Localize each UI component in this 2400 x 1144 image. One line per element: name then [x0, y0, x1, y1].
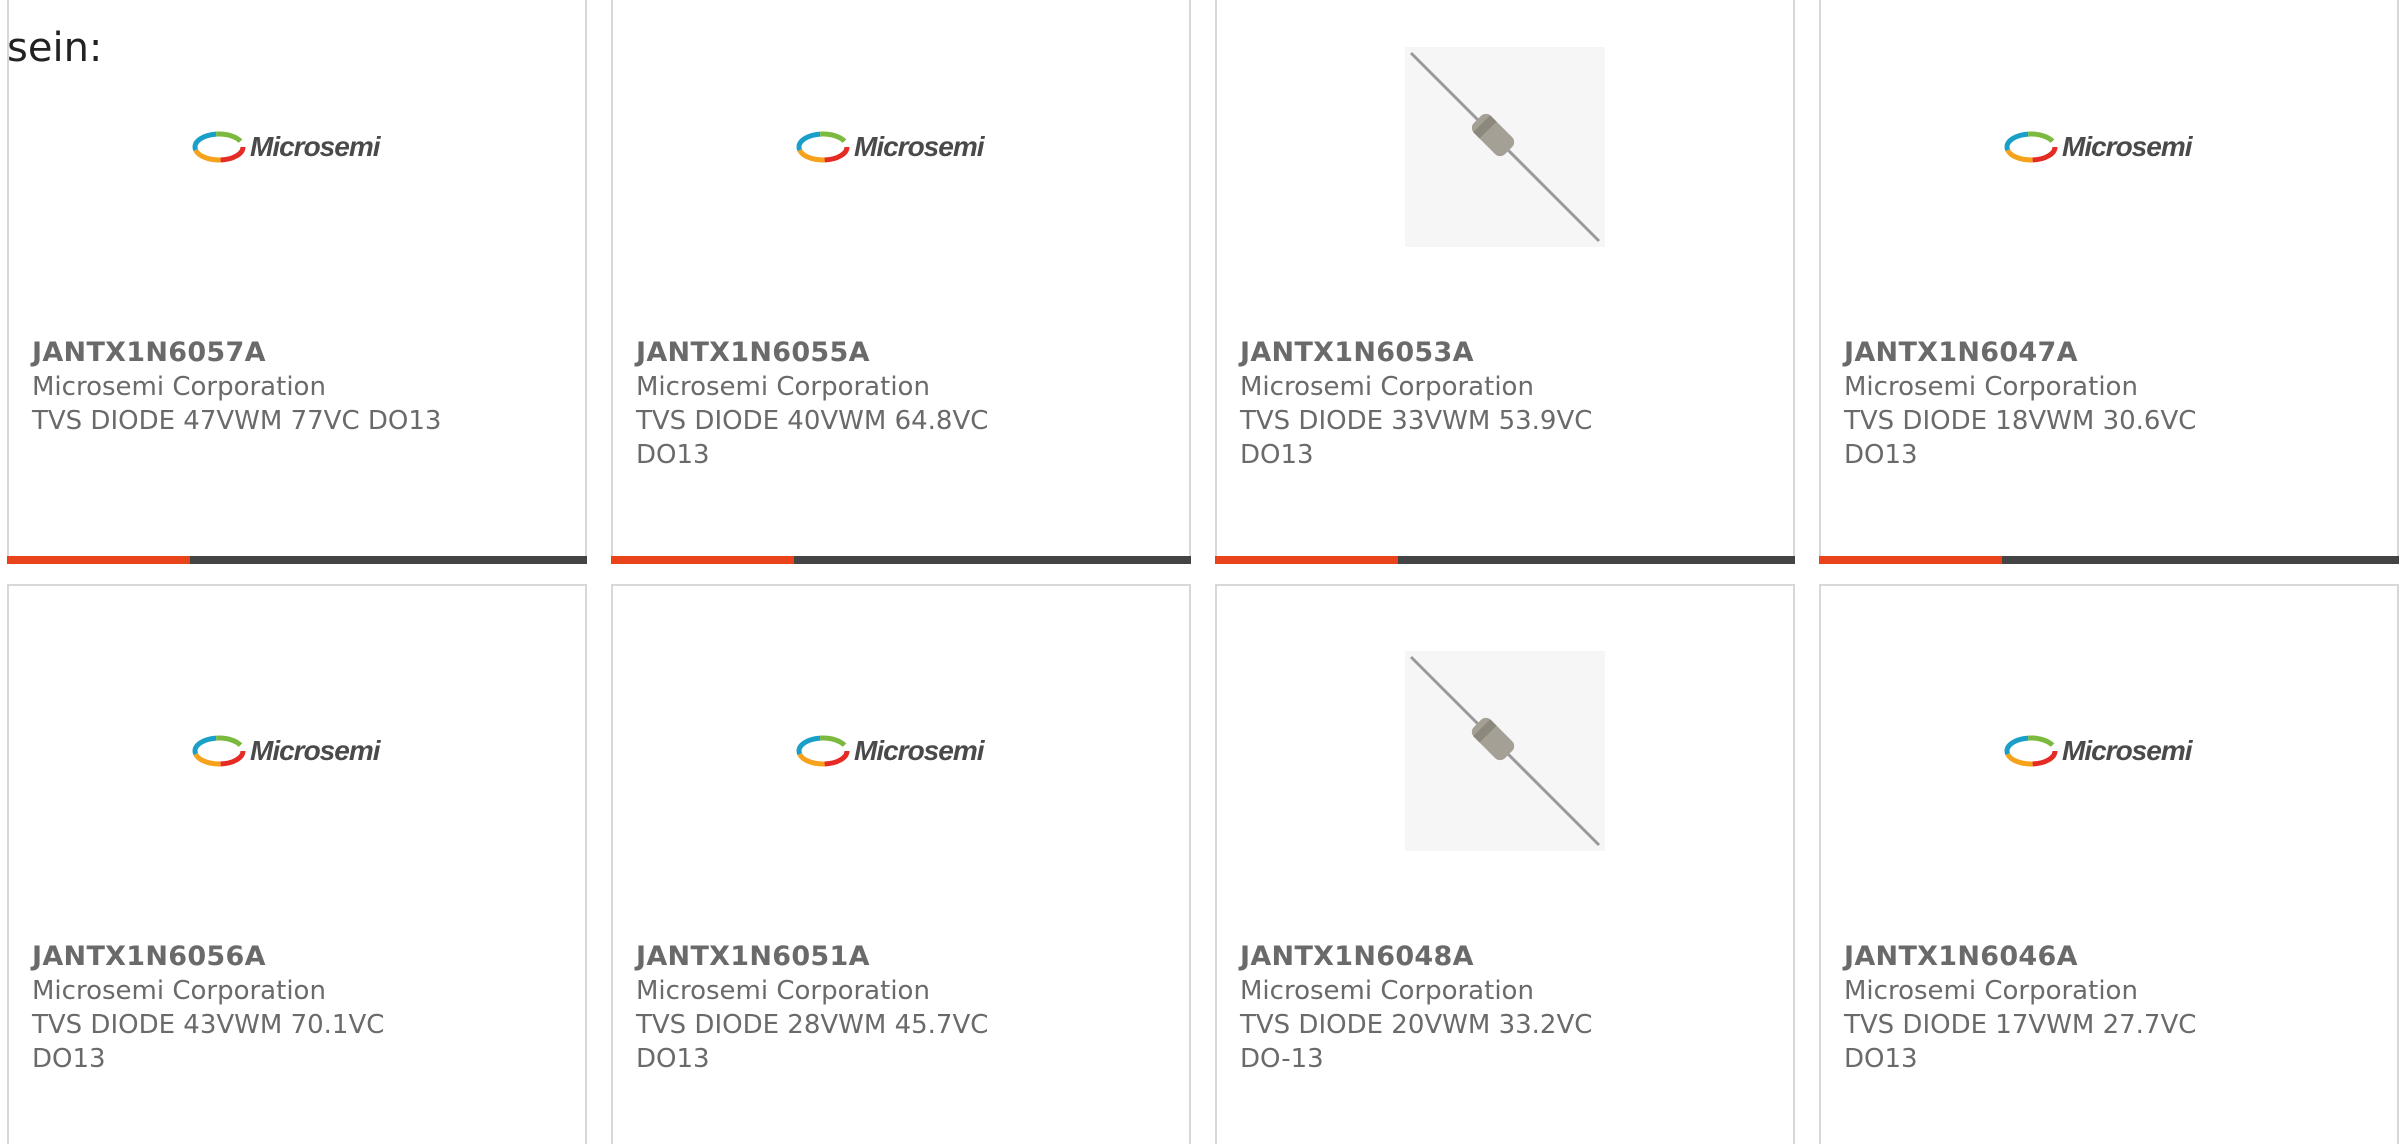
microsemi-logo: Microsemi	[2004, 735, 2195, 767]
description: TVS DIODE 28VWM 45.7VC DO13	[636, 1010, 989, 1074]
product-card[interactable]: Microsemi JANTX1N6057A Microsemi Corpora…	[7, 0, 587, 564]
manufacturer: Microsemi Corporation	[1240, 372, 1534, 402]
microsemi-logo: Microsemi	[2004, 131, 2195, 163]
part-number[interactable]: JANTX1N6053A	[1240, 336, 1660, 370]
microsemi-logo: Microsemi	[192, 131, 383, 163]
logo-text: Microsemi	[2062, 735, 2194, 766]
manufacturer: Microsemi Corporation	[32, 372, 326, 402]
accent-bar	[7, 556, 587, 564]
logo-text: Microsemi	[854, 131, 986, 162]
product-image: Microsemi	[1821, 2, 2397, 292]
description: TVS DIODE 40VWM 64.8VC DO13	[636, 406, 989, 470]
accent-bar	[1819, 556, 2399, 564]
manufacturer: Microsemi Corporation	[636, 372, 930, 402]
product-image: Microsemi	[613, 2, 1189, 292]
description: TVS DIODE 43VWM 70.1VC DO13	[32, 1010, 385, 1074]
description: TVS DIODE 17VWM 27.7VC DO13	[1844, 1010, 2197, 1074]
logo-text: Microsemi	[250, 131, 382, 162]
intro-text: sein:	[7, 25, 103, 71]
manufacturer: Microsemi Corporation	[636, 976, 930, 1006]
diode-photo	[1405, 651, 1605, 851]
diode-photo	[1405, 47, 1605, 247]
manufacturer: Microsemi Corporation	[32, 976, 326, 1006]
product-card[interactable]: Microsemi JANTX1N6046A Microsemi Corpora…	[1819, 584, 2399, 1144]
product-image	[1217, 2, 1793, 292]
manufacturer: Microsemi Corporation	[1844, 372, 2138, 402]
manufacturer: Microsemi Corporation	[1844, 976, 2138, 1006]
manufacturer: Microsemi Corporation	[1240, 976, 1534, 1006]
part-number[interactable]: JANTX1N6048A	[1240, 940, 1640, 974]
product-card[interactable]: Microsemi JANTX1N6055A Microsemi Corpora…	[611, 0, 1191, 564]
part-number[interactable]: JANTX1N6055A	[636, 336, 1056, 370]
product-card[interactable]: Microsemi JANTX1N6056A Microsemi Corpora…	[7, 584, 587, 1144]
description: TVS DIODE 47VWM 77VC DO13	[32, 406, 442, 436]
product-image	[1217, 606, 1793, 896]
microsemi-logo: Microsemi	[192, 735, 383, 767]
part-number[interactable]: JANTX1N6046A	[1844, 940, 2264, 974]
logo-text: Microsemi	[250, 735, 382, 766]
product-image: Microsemi	[613, 606, 1189, 896]
product-card[interactable]: JANTX1N6048A Microsemi Corporation TVS D…	[1215, 584, 1795, 1144]
description: TVS DIODE 33VWM 53.9VC DO13	[1240, 406, 1593, 470]
product-grid: Microsemi JANTX1N6057A Microsemi Corpora…	[7, 0, 2400, 1144]
part-number[interactable]: JANTX1N6047A	[1844, 336, 2264, 370]
page: sein: Microsemi JANTX1N6057A Microsemi C…	[0, 0, 2400, 1144]
description: TVS DIODE 20VWM 33.2VC DO-13	[1240, 1010, 1593, 1074]
logo-text: Microsemi	[854, 735, 986, 766]
product-card[interactable]: JANTX1N6053A Microsemi Corporation TVS D…	[1215, 0, 1795, 564]
part-number[interactable]: JANTX1N6057A	[32, 336, 452, 370]
description: TVS DIODE 18VWM 30.6VC DO13	[1844, 406, 2197, 470]
product-card[interactable]: Microsemi JANTX1N6051A Microsemi Corpora…	[611, 584, 1191, 1144]
product-image: Microsemi	[1821, 606, 2397, 896]
logo-text: Microsemi	[2062, 131, 2194, 162]
product-image: Microsemi	[9, 606, 585, 896]
accent-bar	[611, 556, 1191, 564]
accent-bar	[1215, 556, 1795, 564]
microsemi-logo: Microsemi	[796, 735, 987, 767]
microsemi-logo: Microsemi	[796, 131, 987, 163]
part-number[interactable]: JANTX1N6056A	[32, 940, 452, 974]
part-number[interactable]: JANTX1N6051A	[636, 940, 1056, 974]
product-card[interactable]: Microsemi JANTX1N6047A Microsemi Corpora…	[1819, 0, 2399, 564]
